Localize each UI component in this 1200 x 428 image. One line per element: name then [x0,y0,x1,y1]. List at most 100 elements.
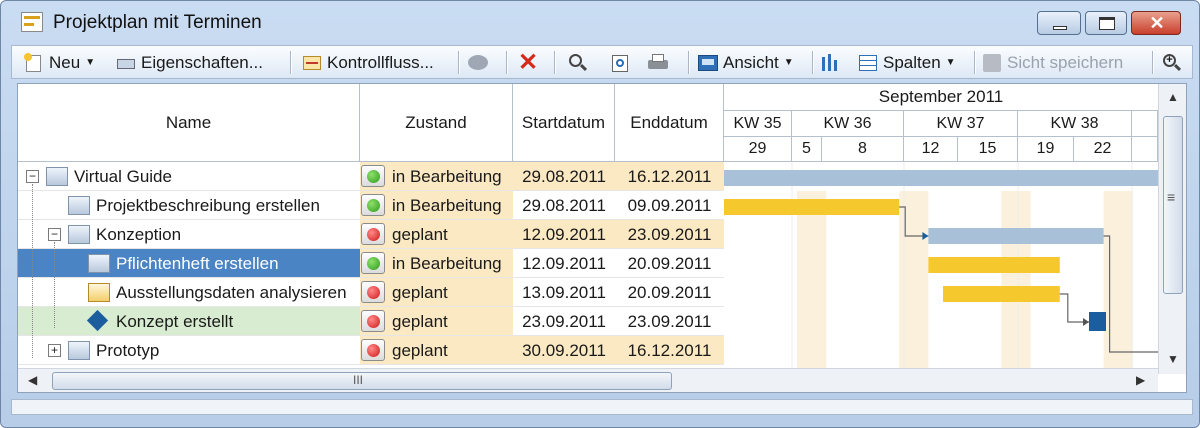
task-start-date[interactable]: 29.08.2011 [513,162,615,191]
task-name-cell[interactable]: − Konzeption [18,220,360,249]
collapse-icon[interactable]: − [26,170,39,183]
summary-bar [928,228,1104,244]
task-name-cell[interactable]: + Prototyp [18,336,360,365]
task-name: Konzeption [96,225,182,244]
save-view-label: Sicht speichern [1007,52,1124,72]
new-button[interactable]: Neu ▼ [24,49,95,76]
controlflow-icon [302,53,322,73]
app-window: Projektplan mit Terminen ✕ Neu ▼ Eigensc… [0,0,1200,428]
day-label: 12 [904,137,958,162]
task-end-date[interactable]: 09.09.2011 [615,191,724,220]
toolbar-separator [974,51,975,74]
close-button[interactable]: ✕ [1131,11,1181,35]
task-start-date[interactable]: 30.09.2011 [513,336,615,365]
new-icon [24,52,44,73]
controlflow-button[interactable]: Kontrollfluss... [302,49,434,76]
task-name-cell[interactable]: − Virtual Guide [18,162,360,191]
scroll-right-icon[interactable]: ▶ [1136,373,1145,387]
day-label: 22 [1074,137,1132,162]
task-end-date[interactable]: 20.09.2011 [615,278,724,307]
task-state-cell[interactable]: in Bearbeitung [360,249,513,278]
folder-task-icon [88,283,110,302]
maximize-button[interactable] [1085,11,1127,35]
print-button[interactable] [648,49,668,76]
task-bar [928,257,1060,273]
zoom-in-icon: + [1162,53,1182,73]
task-end-date[interactable]: 16.12.2011 [615,162,724,191]
horizontal-scrollbar[interactable]: ◀ III ▶ [18,368,1158,392]
task-start-date[interactable]: 29.08.2011 [513,191,615,220]
zoom-in-button[interactable]: + [1162,49,1182,76]
task-name-cell[interactable]: Pflichtenheft erstellen [18,249,360,278]
properties-icon [116,53,136,73]
vertical-scrollbar[interactable]: ▲ ≡ ▼ [1158,84,1186,374]
comment-button[interactable] [468,49,488,76]
task-name-cell[interactable]: Projektbeschreibung erstellen [18,191,360,220]
refresh-button[interactable] [610,49,630,76]
column-header-name-label: Name [165,112,212,132]
scroll-left-icon[interactable]: ◀ [28,373,37,387]
gantt-app-icon [21,12,43,32]
task-end-date[interactable]: 23.09.2011 [615,220,724,249]
minimize-icon [1053,26,1067,30]
delete-icon: ✕ [518,49,539,76]
task-state-cell[interactable]: geplant [360,336,513,365]
task-start-date[interactable]: 23.09.2011 [513,307,615,336]
vertical-scroll-thumb[interactable]: ≡ [1163,116,1183,294]
task-state-cell[interactable]: in Bearbeitung [360,162,513,191]
toolbar-separator [290,51,291,74]
view-icon [698,53,718,73]
status-green-icon [361,252,385,274]
expand-icon[interactable]: + [48,344,61,357]
chart-button[interactable] [820,49,840,76]
delete-button[interactable]: ✕ [518,49,538,76]
task-start-date[interactable]: 13.09.2011 [513,278,615,307]
refresh-icon [610,53,630,73]
column-header-end-label: Enddatum [630,112,708,132]
properties-button[interactable]: Eigenschaften... [116,49,263,76]
maximize-icon [1099,17,1115,30]
task-state-cell[interactable]: in Bearbeitung [360,191,513,220]
minimize-button[interactable] [1037,11,1081,35]
printer-icon [648,53,668,73]
dropdown-arrow-icon: ▼ [783,57,794,68]
day-label: 29 [724,137,792,162]
task-name-cell[interactable]: Ausstellungsdaten analysieren [18,278,360,307]
weekend-band [1001,191,1031,368]
task-end-date[interactable]: 20.09.2011 [615,249,724,278]
column-header-start[interactable]: Startdatum [513,84,615,162]
search-button[interactable] [568,49,588,76]
column-header-end[interactable]: Enddatum [615,84,724,162]
task-name: Projektbeschreibung erstellen [96,196,320,215]
tree-connector [54,242,55,328]
task-state-cell[interactable]: geplant [360,220,513,249]
task-state: geplant [392,312,448,331]
task-icon [68,341,90,360]
speech-bubble-icon [468,53,488,73]
scroll-up-icon[interactable]: ▲ [1167,90,1179,104]
column-header-state[interactable]: Zustand [360,84,513,162]
toolbar-separator [554,51,555,74]
task-end-date[interactable]: 16.12.2011 [615,336,724,365]
window-title: Projektplan mit Terminen [53,12,262,33]
task-start-date[interactable]: 12.09.2011 [513,220,615,249]
column-header-name[interactable]: Name [18,84,360,162]
collapse-icon[interactable]: − [48,228,61,241]
task-state-cell[interactable]: geplant [360,278,513,307]
columns-menu-button[interactable]: Spalten ▼ [858,49,956,76]
task-state-cell[interactable]: geplant [360,307,513,336]
close-icon: ✕ [1149,13,1165,33]
task-name-cell[interactable]: Konzept erstellt [18,307,360,336]
title-bar[interactable]: Projektplan mit Terminen ✕ [1,1,1199,45]
save-view-button[interactable]: Sicht speichern [982,49,1123,76]
status-red-icon [361,223,385,245]
status-green-icon [361,194,385,216]
task-start-date[interactable]: 12.09.2011 [513,249,615,278]
task-end-date[interactable]: 23.09.2011 [615,307,724,336]
horizontal-scroll-thumb[interactable]: III [52,372,672,390]
bar-chart-icon [820,53,840,73]
scroll-down-icon[interactable]: ▼ [1167,352,1179,366]
toolbar: Neu ▼ Eigenschaften... Kontrollfluss... … [11,45,1193,79]
day-label: 8 [822,137,904,162]
view-menu-button[interactable]: Ansicht ▼ [698,49,794,76]
